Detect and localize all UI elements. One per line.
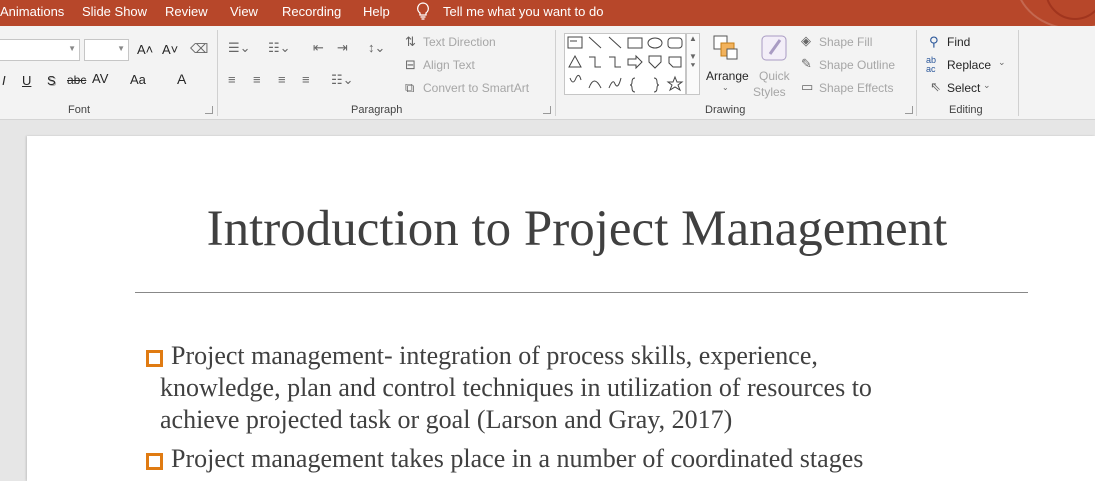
justify-icon[interactable]: ≡ xyxy=(302,73,310,87)
tab-help[interactable]: Help xyxy=(363,4,390,19)
lightbulb-icon xyxy=(416,2,430,23)
smartart-icon: ⧉ xyxy=(405,80,415,95)
drawing-group-label: Drawing xyxy=(705,104,746,116)
character-spacing-button[interactable]: AV xyxy=(92,71,108,86)
bullet-line: achieve projected task or goal (Larson a… xyxy=(160,405,733,434)
chevron-down-icon: ⌄ xyxy=(722,83,729,92)
group-separator xyxy=(217,30,218,116)
italic-button[interactable]: I xyxy=(2,73,6,88)
shadow-button[interactable]: S xyxy=(47,73,56,88)
tab-slide-show[interactable]: Slide Show xyxy=(82,4,147,19)
shape-effects-button[interactable]: Shape Effects xyxy=(819,81,894,95)
tab-recording[interactable]: Recording xyxy=(282,4,341,19)
find-icon: ⚲ xyxy=(929,34,939,49)
arrange-icon xyxy=(712,34,740,65)
underline-button[interactable]: U xyxy=(22,73,31,88)
align-text-button[interactable]: Align Text xyxy=(423,58,475,72)
title-divider xyxy=(135,292,1028,293)
font-group-label: Font xyxy=(68,104,91,116)
shapes-gallery-scroll[interactable]: ▲ ▼ ⯆ xyxy=(686,33,700,95)
paragraph-group-label: Paragraph xyxy=(351,104,403,116)
chevron-down-icon: ⌄ xyxy=(998,57,1006,67)
tell-me-search[interactable]: Tell me what you want to do xyxy=(443,4,603,19)
align-text-icon: ⊟ xyxy=(405,57,416,72)
editing-group-label: Editing xyxy=(949,104,983,116)
text-direction-button[interactable]: Text Direction xyxy=(423,35,496,49)
group-separator xyxy=(916,30,917,116)
chevron-down-icon: ▼ xyxy=(68,44,76,53)
group-separator xyxy=(1018,30,1019,116)
slide-title[interactable]: Introduction to Project Management xyxy=(27,200,1095,258)
convert-smartart-button[interactable]: Convert to SmartArt xyxy=(423,81,529,95)
text-direction-icon: ⇅ xyxy=(405,34,416,49)
grow-font-button[interactable]: A˄ xyxy=(137,42,153,57)
numbering-icon[interactable]: ☷⌄ xyxy=(268,41,291,55)
bullets-icon[interactable]: ☰⌄ xyxy=(228,41,251,55)
checkbox-bullet-icon xyxy=(146,350,163,367)
quick-styles-button[interactable]: Quick xyxy=(759,69,790,83)
find-button[interactable]: Find xyxy=(947,35,970,49)
tab-review[interactable]: Review xyxy=(165,4,208,19)
clear-formatting-icon[interactable]: ⌫ xyxy=(190,42,208,56)
tab-view[interactable]: View xyxy=(230,4,258,19)
pencil-icon: ✎ xyxy=(801,56,812,71)
increase-indent-icon[interactable]: ⇥ xyxy=(337,41,348,55)
tab-animations[interactable]: Animations xyxy=(0,4,64,19)
replace-icon: ab ac xyxy=(926,55,937,74)
font-size-combo[interactable]: ▼ xyxy=(84,39,129,61)
paragraph-dialog-launcher[interactable] xyxy=(543,106,551,114)
chevron-down-icon: ▼ xyxy=(117,44,125,53)
decrease-indent-icon[interactable]: ⇤ xyxy=(313,41,324,55)
group-separator xyxy=(555,30,556,116)
columns-icon[interactable]: ☷⌄ xyxy=(331,73,354,87)
strikethrough-button[interactable]: abc xyxy=(67,73,86,87)
slide-editor-area: Introduction to Project Management Proje… xyxy=(0,121,1095,481)
drawing-dialog-launcher[interactable] xyxy=(905,106,913,114)
font-dialog-launcher[interactable] xyxy=(205,106,213,114)
replace-button[interactable]: Replace xyxy=(947,58,991,72)
bullet-line: Project management takes place in a numb… xyxy=(171,444,864,473)
bullet-item[interactable]: Project management takes place in a numb… xyxy=(146,443,863,475)
cursor-icon: ⇖ xyxy=(930,79,941,94)
bullet-item[interactable]: Project management- integration of proce… xyxy=(146,340,872,436)
quick-styles-button-line2: Styles xyxy=(753,85,786,99)
change-case-button[interactable]: Aa xyxy=(130,72,146,87)
align-right-icon[interactable]: ≡ xyxy=(278,73,286,87)
font-name-combo[interactable]: ▼ xyxy=(0,39,80,61)
ribbon-tab-bar: Animations Slide Show Review View Record… xyxy=(0,0,1095,26)
align-left-icon[interactable]: ≡ xyxy=(228,73,236,87)
chevron-down-icon: ⌄ xyxy=(983,80,991,90)
align-center-icon[interactable]: ≡ xyxy=(253,73,261,87)
quick-styles-icon xyxy=(760,34,790,67)
arrange-button[interactable]: Arrange xyxy=(706,69,749,83)
select-button[interactable]: Select xyxy=(947,81,980,95)
bullet-line: Project management- integration of proce… xyxy=(171,341,818,370)
shape-outline-button[interactable]: Shape Outline xyxy=(819,58,895,72)
checkbox-bullet-icon xyxy=(146,453,163,470)
ribbon-home: ▼ ▼ A˄ A˅ ⌫ I U S abc AV Aa A Font ☰⌄ ☷⌄… xyxy=(0,26,1095,120)
paint-bucket-icon: ◈ xyxy=(801,33,811,48)
shapes-gallery[interactable] xyxy=(564,33,686,95)
bullet-line: knowledge, plan and control techniques i… xyxy=(160,373,872,402)
shape-effects-icon: ▭ xyxy=(801,79,814,94)
shapes-gallery-icons xyxy=(567,36,684,93)
shrink-font-button[interactable]: A˅ xyxy=(162,42,178,57)
shape-fill-button[interactable]: Shape Fill xyxy=(819,35,872,49)
line-spacing-icon[interactable]: ↕⌄ xyxy=(368,41,385,55)
font-color-button[interactable]: A xyxy=(177,71,186,87)
slide-canvas[interactable]: Introduction to Project Management Proje… xyxy=(27,136,1095,481)
